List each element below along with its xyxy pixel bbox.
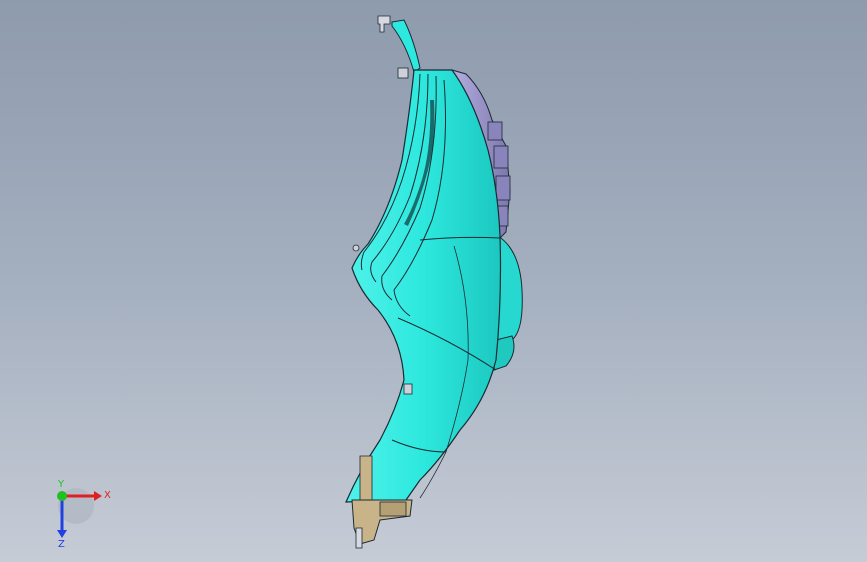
- y-axis-label: Y: [57, 479, 65, 490]
- bottom-bracket: [359, 455, 373, 501]
- z-axis-label: Z: [58, 539, 65, 548]
- y-axis-marker: [57, 491, 67, 501]
- bottom-mount-plate: [379, 501, 407, 517]
- top-clip: [377, 15, 391, 33]
- x-axis-label: X: [104, 490, 111, 501]
- coordinate-triad: X Z Y: [57, 479, 111, 548]
- side-clip-3: [352, 244, 360, 252]
- side-clip-1: [397, 67, 409, 79]
- bottom-pin: [355, 527, 363, 549]
- top-mounting-tab: [391, 19, 421, 73]
- main-shell: [345, 69, 502, 503]
- side-bulge: [497, 235, 523, 347]
- z-axis-arrow: [57, 530, 67, 538]
- side-clip-2: [403, 383, 413, 395]
- x-axis-arrow: [94, 491, 102, 501]
- rear-rib-1: [487, 121, 503, 141]
- rear-rib-2: [493, 145, 509, 169]
- cad-3d-viewport[interactable]: X Z Y: [0, 0, 867, 562]
- rear-rib-3: [495, 175, 511, 201]
- 3d-part-model[interactable]: [0, 0, 867, 562]
